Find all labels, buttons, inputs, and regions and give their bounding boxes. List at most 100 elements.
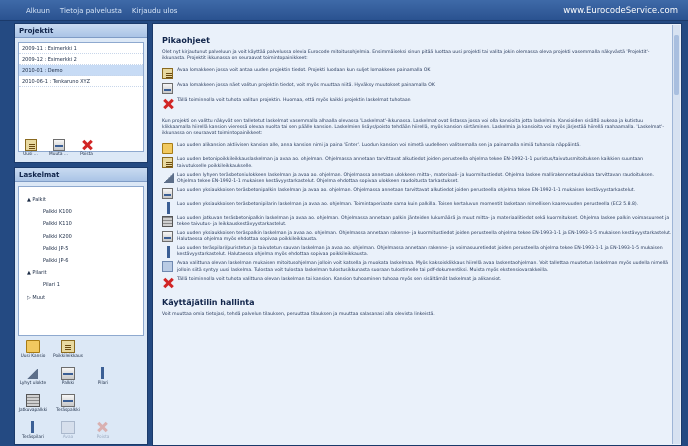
steel-beam-button[interactable]: Teräspalkki [52,394,84,421]
continuous-beam-icon [26,394,40,407]
help-text: Luo uuden teräspilari/puristetun ja taiv… [177,246,663,258]
help-intro: Olet nyt kirjautunut palveluun ja voit k… [162,50,650,62]
calculations-tree: ▲ Palkit Palkki K100 Palkki K110 Palkki … [18,186,144,336]
column-label: Pilari [97,381,109,386]
help-text: Luo uuden yksiaukkoisen teräsbetonipalki… [177,187,636,193]
steel-beam-icon [162,231,173,243]
help-row: Luo uuden jatkuvan teräsbetonipalkin las… [162,215,672,228]
calc-toolbar-row2: Lyhyt ulokte Palkki Pilari [17,367,119,394]
calc-intro: Kun projekti on valittu näkyvät sen tall… [162,119,664,137]
user-account-text: Voit muuttaa omia tietojasi, tehdä palve… [162,311,435,317]
help-text: Avaa lomakkeen jossa voit antaa uuden pr… [177,68,431,74]
help-text: Luo uuden yksiaukkoisen teräsbetonipilar… [177,201,639,207]
nav-home-link[interactable]: Alkuun [26,7,50,15]
help-row: Luo uuden yksiaukkoisen teräsbetonipalki… [162,187,672,199]
column-icon [162,201,173,214]
tree-folder[interactable]: ▲ Palkit [19,197,143,209]
help-row: Avaa lomakkeen jossa näet valitun projek… [162,83,672,95]
new-project-button[interactable]: Uusi ... [18,139,43,163]
continuous-beam-label: Jatkuvapalkki [18,408,48,413]
cross-section-button[interactable]: Poikkileikkaus [52,340,84,367]
tree-folder[interactable]: ▲ Pilarit [19,270,143,282]
projects-title: Projektit [15,24,147,38]
open-calc-button[interactable]: Avaa [52,421,84,446]
scroll-thumb[interactable] [674,35,679,95]
folder-icon [162,143,173,155]
help-row: Tällä toiminnolla voit tuhota valittuna … [162,277,672,288]
open-icon [162,261,173,273]
help-text: Luo uuden betonipoikkileikkauslaskelman … [177,157,644,169]
calculations-title: Laskelmat [15,168,147,182]
tree-item[interactable]: Palkki K110 [19,221,143,233]
project-item[interactable]: 2010-06-1 : Tenkaruno XYZ [19,76,143,87]
beam-label: Palkki [61,381,75,386]
cantilever-label: Lyhyt ulokte [19,381,47,386]
project-item[interactable]: 2009-11 : Esimerkki 1 [19,43,143,54]
help-row: Luo uuden yksiaukkoisen teräspalkin lask… [162,231,672,243]
steel-column-icon [26,421,40,434]
folder-icon [26,340,40,353]
delete-icon [162,98,173,109]
help-text: Avaa lomakkeen jossa näet valitun projek… [177,83,435,89]
delete-icon [162,277,173,288]
steel-column-button[interactable]: Teräspilari [17,421,49,446]
delete-project-label: Poista [80,152,93,157]
delete-project-button[interactable]: Poista [74,139,99,163]
tree-item[interactable]: Pilari 1 [19,282,143,294]
help-panel: Pikaohjeet Olet nyt kirjautunut palveluu… [152,23,682,446]
delete-calc-button[interactable]: Poista [87,421,119,446]
help-text: Avaa valittuna olevan laskelman mukaisen… [177,261,668,273]
steel-column-icon [162,246,173,259]
help-row: Tällä toiminnolla voit tuhota valitun pr… [162,98,672,109]
tree-item[interactable]: Palkki K100 [19,209,143,221]
continuous-beam-button[interactable]: Jatkuvapalkki [17,394,49,421]
open-icon [61,421,75,434]
tree-folder[interactable]: ▷ Muut [19,295,143,307]
continuous-beam-icon [162,215,173,227]
tree-item[interactable]: Palkki JP-6 [19,258,143,270]
beam-icon [162,187,173,199]
tree-item[interactable]: Palkki K200 [19,234,143,246]
help-row: Avaa valittuna olevan laskelman mukaisen… [162,261,672,273]
help-text: Luo uuden jatkuvan teräsbetonipalkin las… [177,215,670,227]
project-item[interactable]: 2009-12 : Esimerkki 2 [19,54,143,65]
help-row: Luo uuden lyhyen teräsbetoniulokkeen las… [162,172,672,185]
cantilever-icon [26,367,40,380]
cantilever-button[interactable]: Lyhyt ulokte [17,367,49,394]
new-project-label: Uusi ... [23,152,38,157]
beam-button[interactable]: Palkki [52,367,84,394]
help-row: Luo uuden betonipoikkileikkauslaskelman … [162,157,672,169]
help-text: Tällä toiminnolla voit tuhota valittuna … [177,276,502,282]
column-button[interactable]: Pilari [87,367,119,394]
calc-toolbar-row3: Jatkuvapalkki Teräspalkki [17,394,84,421]
help-text: Luo uuden alikansion aktiivisen kansion … [177,143,581,149]
column-icon [96,367,110,380]
tree-item[interactable]: Palkki JP-5 [19,246,143,258]
calc-toolbar-row1: Uusi Kansio Poikkileikkaus [17,340,84,367]
steel-beam-label: Teräspalkki [56,408,80,413]
top-bar: Alkuun Tietoja palvelusta Kirjaudu ulos … [0,0,688,21]
help-row: Luo uuden teräspilari/puristetun ja taiv… [162,246,672,259]
edit-project-icon [52,139,65,151]
delete-calc-label: Poista [96,435,110,440]
help-text: Luo uuden lyhyen teräsbetoniulokkeen las… [177,172,655,184]
edit-project-button[interactable]: Muuta ... [46,139,71,163]
new-project-icon [162,68,173,80]
steel-beam-icon [61,394,75,407]
nav-logout-link[interactable]: Kirjaudu ulos [132,7,178,15]
projects-panel: Projektit 2009-11 : Esimerkki 1 2009-12 … [14,23,148,163]
nav-about-link[interactable]: Tietoja palvelusta [60,7,122,15]
help-scrollbar[interactable] [672,25,680,444]
project-item-selected[interactable]: 2010-01 : Demo [19,65,143,76]
edit-project-icon [162,83,173,95]
delete-icon [81,139,93,151]
steel-column-label: Teräspilari [22,435,44,440]
user-account-title: Käyttäjätilin hallinta [162,297,255,307]
projects-toolbar: Uusi ... Muuta ... Poista [18,139,99,163]
delete-icon [96,421,110,434]
section-icon [61,340,75,353]
help-row: Luo uuden yksiaukkoisen teräsbetonipilar… [162,201,672,214]
new-folder-button[interactable]: Uusi Kansio [17,340,49,367]
help-text: Tällä toiminnolla voit tuhota valitun pr… [177,98,411,104]
help-text: Luo uuden yksiaukkoisen teräspalkin lask… [177,231,672,243]
